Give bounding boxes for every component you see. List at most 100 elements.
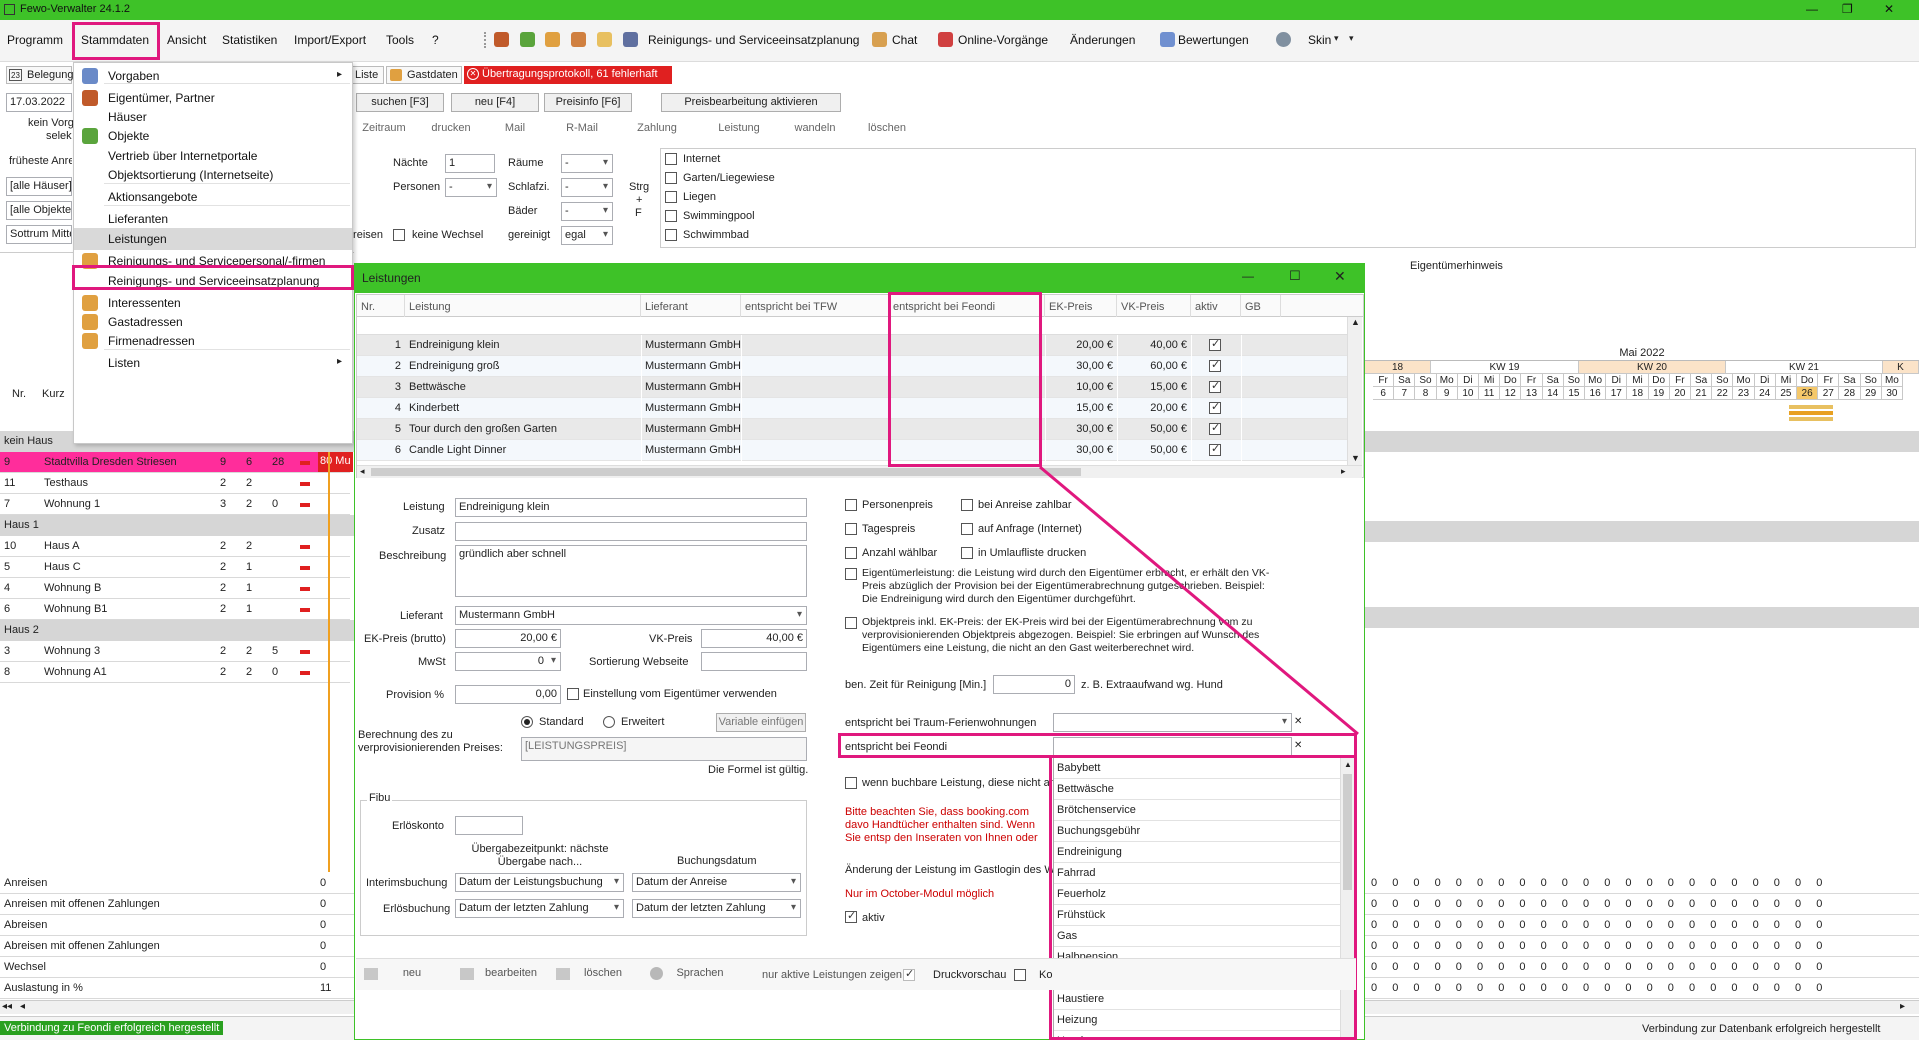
calendar-date[interactable]: 29 (1860, 387, 1882, 400)
chat-icon[interactable] (872, 32, 887, 47)
neu-dialog-button[interactable]: neu (360, 965, 446, 984)
minimize-icon[interactable]: — (1242, 269, 1254, 283)
provision-input[interactable]: 0,00 (455, 685, 561, 704)
schlafz-select[interactable]: - (561, 178, 613, 197)
calendar-date[interactable]: 14 (1542, 387, 1564, 400)
person-icon[interactable] (545, 32, 560, 47)
calendar-date[interactable]: 11 (1479, 387, 1501, 400)
preisbearbeitung-button[interactable]: Preisbearbeitung aktivieren (661, 93, 841, 112)
vk-input[interactable]: 40,00 € (701, 629, 807, 648)
menu-chat[interactable]: Chat (892, 33, 917, 47)
menu-help[interactable]: ? (432, 33, 439, 47)
chevron-down-icon[interactable]: ▾ (1349, 33, 1354, 44)
scroll-left-icon[interactable]: ◂ (360, 466, 365, 477)
calendar-date[interactable]: 30 (1881, 387, 1903, 400)
tab-liste[interactable]: Liste (352, 66, 384, 84)
bei-anreise-checkbox[interactable] (961, 499, 973, 511)
object-row[interactable]: 11 Testhaus 2 2 (0, 473, 350, 494)
menu-ansicht[interactable]: Ansicht (167, 33, 206, 47)
grid-column-header[interactable]: GB (1241, 295, 1281, 317)
feature-checkbox-schwimmbad[interactable] (665, 229, 677, 241)
minimize-icon[interactable]: — (1806, 2, 1818, 16)
menu-item-lieferanten[interactable]: Lieferanten (74, 208, 352, 230)
menu-skin[interactable]: Skin (1308, 33, 1331, 47)
feature-checkbox-liegen[interactable] (665, 191, 677, 203)
calendar-date[interactable]: 13 (1521, 387, 1543, 400)
menu-statistiken[interactable]: Statistiken (222, 33, 277, 47)
grid-column-header[interactable]: Leistung (405, 295, 641, 317)
ek-input[interactable]: 20,00 € (455, 629, 561, 648)
standard-radio[interactable] (521, 716, 533, 728)
haeuser-select[interactable]: [alle Häuser] (6, 177, 72, 196)
calendar-date[interactable]: 7 (1394, 387, 1416, 400)
loeschen-dialog-button[interactable]: löschen (552, 965, 636, 984)
umlaufliste-checkbox[interactable] (961, 547, 973, 559)
druckvorschau-checkbox[interactable] (1014, 969, 1026, 981)
owner-icon[interactable] (494, 32, 509, 47)
interims-buchungsdatum-select[interactable]: Datum der Anreise (632, 873, 801, 892)
erloeskonto-input[interactable] (455, 816, 523, 835)
erloes-uebergabe-select[interactable]: Datum der letzten Zahlung (455, 899, 624, 918)
scroll-right-icon[interactable]: ▸ (1900, 1001, 1905, 1012)
grid-column-header[interactable]: Lieferant (641, 295, 741, 317)
calendar-date[interactable]: 15 (1563, 387, 1585, 400)
calendar-date[interactable]: 26 (1797, 387, 1819, 400)
menu-item-listen[interactable]: Listen ▸ (74, 352, 352, 374)
personen-select[interactable]: - (445, 178, 497, 197)
objektpreis-checkbox[interactable] (845, 617, 857, 629)
calendar-date[interactable]: 22 (1712, 387, 1734, 400)
chevron-down-icon[interactable]: ▾ (1334, 33, 1339, 44)
person-icon[interactable] (571, 32, 586, 47)
star-icon[interactable] (1160, 32, 1175, 47)
menu-programm[interactable]: Programm (7, 33, 63, 47)
menu-import-export[interactable]: Import/Export (294, 33, 366, 47)
close-icon[interactable]: ✕ (1884, 2, 1894, 16)
calendar-date[interactable]: 19 (1648, 387, 1670, 400)
calendar-date[interactable]: 27 (1818, 387, 1840, 400)
gereinigt-select[interactable]: egal (561, 226, 613, 245)
object-row[interactable]: 7 Wohnung 1 3 2 0 (0, 494, 350, 515)
calendar-date[interactable]: 9 (1436, 387, 1458, 400)
grid-column-header[interactable]: EK-Preis (1045, 295, 1117, 317)
einstellung-eigentuemer-checkbox[interactable] (567, 688, 579, 700)
mwst-select[interactable]: 0 (455, 652, 561, 671)
leistung-button[interactable]: Leistung (704, 120, 774, 139)
date-field[interactable]: 17.03.2022 (6, 93, 72, 112)
feature-checkbox-swimmingpool[interactable] (665, 210, 677, 222)
calendar-date[interactable]: 21 (1691, 387, 1713, 400)
close-icon[interactable]: ✕ (1334, 268, 1346, 285)
grid-cell-aktiv-checkbox[interactable] (1209, 337, 1221, 351)
formel-input[interactable]: [LEISTUNGSPREIS] (521, 737, 807, 761)
grid-column-header[interactable]: entspricht bei TFW (741, 295, 889, 317)
online-icon[interactable] (938, 32, 953, 47)
keine-wechsel-checkbox[interactable] (393, 229, 405, 241)
scroll-up-icon[interactable]: ▲ (1351, 317, 1360, 327)
gear-icon[interactable] (1276, 32, 1291, 47)
drucken-button[interactable]: drucken (418, 120, 484, 139)
eigentuemerleistung-checkbox[interactable] (845, 568, 857, 580)
zahlung-button[interactable]: Zahlung (622, 120, 692, 139)
grid-column-header[interactable]: aktiv (1191, 295, 1241, 317)
menu-bewertungen[interactable]: Bewertungen (1178, 33, 1249, 47)
object-row[interactable]: 8 Wohnung A1 2 2 0 (0, 662, 350, 683)
frueheste-field[interactable]: früheste Anre (6, 153, 72, 172)
calendar-date[interactable]: 16 (1585, 387, 1607, 400)
object-row[interactable]: 9 Stadtvilla Dresden Striesen 9 6 28 80 Mu (0, 452, 353, 473)
calendar-date[interactable]: 24 (1754, 387, 1776, 400)
scroll-thumb[interactable] (371, 468, 1081, 476)
raeume-select[interactable]: - (561, 154, 613, 173)
naechte-field[interactable]: 1 (445, 154, 495, 173)
calendar-date[interactable]: 18 (1627, 387, 1649, 400)
ort-select[interactable]: Sottrum Mitte (6, 225, 72, 244)
object-row[interactable]: 5 Haus C 2 1 (0, 557, 350, 578)
zusatz-input[interactable] (455, 522, 807, 541)
zeitraum-button[interactable]: Zeitraum (356, 120, 412, 139)
house-icon[interactable] (520, 32, 535, 47)
loeschen-toolbar-button[interactable]: löschen (856, 120, 918, 139)
tab-belegung[interactable]: 23 Belegung (6, 66, 74, 84)
calendar-date[interactable]: 23 (1733, 387, 1755, 400)
grid-row[interactable]: 2 Endreinigung groß Mustermann GmbH 30,00 €… (357, 356, 1357, 377)
maximize-icon[interactable]: ❐ (1842, 2, 1853, 16)
feature-checkbox-internet[interactable] (665, 153, 677, 165)
menu-online-vorgaenge[interactable]: Online-Vorgänge (958, 33, 1048, 47)
